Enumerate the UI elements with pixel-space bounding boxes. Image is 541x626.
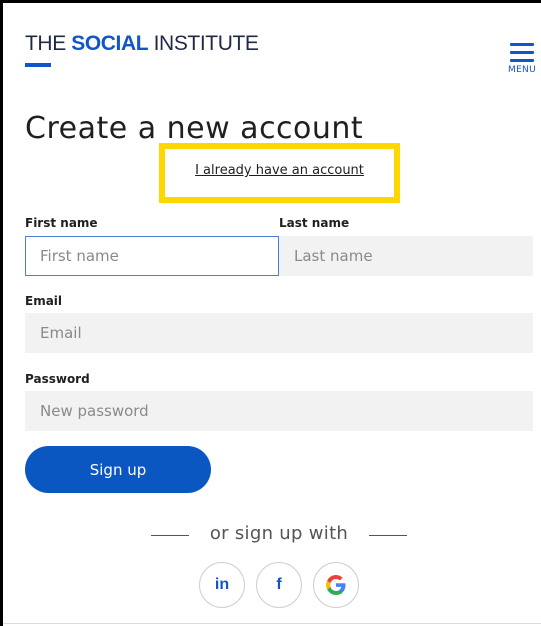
last-name-input[interactable] xyxy=(279,236,533,276)
linkedin-icon: in xyxy=(214,576,230,593)
first-name-input[interactable] xyxy=(25,236,279,276)
password-input[interactable] xyxy=(25,391,533,431)
first-name-label: First name xyxy=(25,216,98,230)
email-input[interactable] xyxy=(25,313,533,353)
google-signup-button[interactable] xyxy=(313,562,359,608)
login-link-highlight: I already have an account xyxy=(159,143,400,203)
sign-up-button[interactable]: Sign up xyxy=(25,446,211,493)
site-header: THE SOCIAL INSTITUTE MENU xyxy=(3,3,541,93)
page-frame: THE SOCIAL INSTITUTE MENU Create a new a… xyxy=(0,0,541,626)
bottom-divider xyxy=(3,623,541,624)
google-icon xyxy=(326,575,346,595)
page-title: Create a new account xyxy=(25,111,364,146)
last-name-label: Last name xyxy=(279,216,350,230)
facebook-signup-button[interactable]: f xyxy=(256,562,302,608)
social-divider: or sign up with xyxy=(151,523,407,547)
logo-prefix: THE xyxy=(25,32,72,55)
logo-underline xyxy=(25,63,51,67)
menu-label: MENU xyxy=(508,65,536,75)
facebook-icon: f xyxy=(276,576,282,593)
linkedin-signup-button[interactable]: in xyxy=(199,562,245,608)
logo-suffix: INSTITUTE xyxy=(148,32,259,55)
logo-bold: SOCIAL xyxy=(71,32,149,55)
password-label: Password xyxy=(25,372,90,386)
divider-line-right xyxy=(369,535,407,536)
email-label: Email xyxy=(25,294,63,308)
menu-button[interactable]: MENU xyxy=(506,43,538,79)
hamburger-icon xyxy=(510,43,534,63)
already-have-account-link[interactable]: I already have an account xyxy=(165,163,394,178)
site-logo[interactable]: THE SOCIAL INSTITUTE xyxy=(25,32,259,56)
social-divider-text: or sign up with xyxy=(209,523,349,544)
